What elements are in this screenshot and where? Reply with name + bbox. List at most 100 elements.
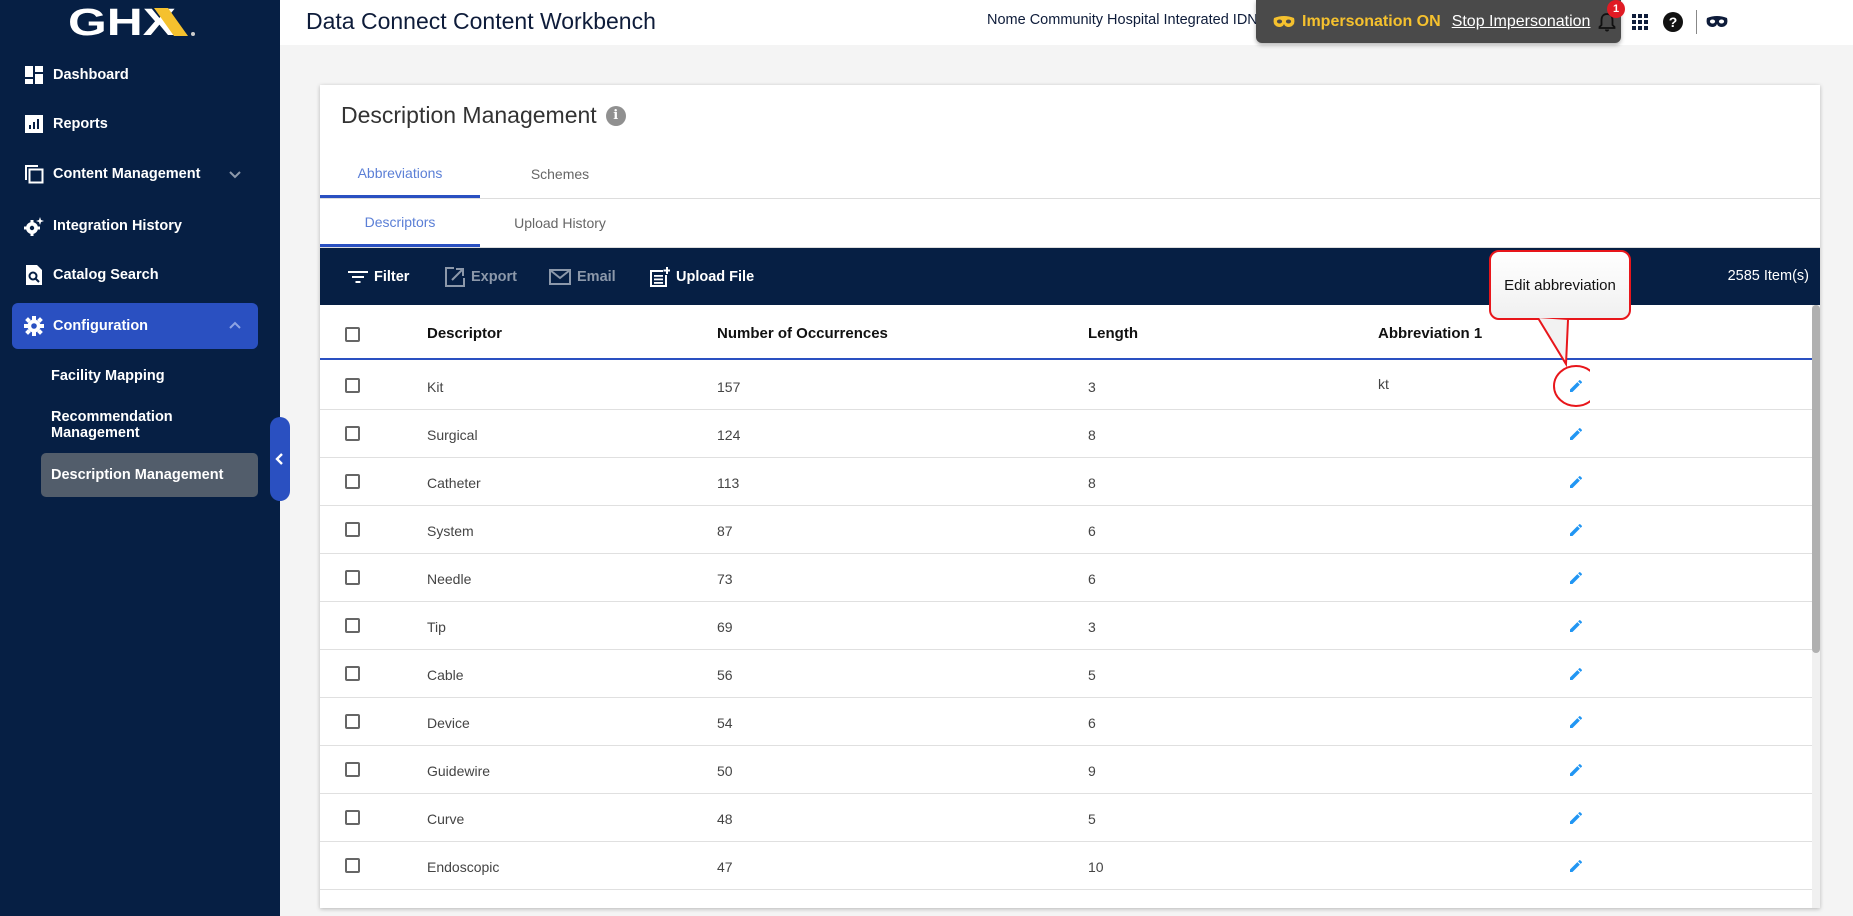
edit-abbreviation-button[interactable] [1565, 855, 1587, 877]
table-row[interactable]: Cable 56 5 [320, 650, 1812, 698]
pencil-icon [1570, 811, 1583, 824]
row-checkbox[interactable] [345, 378, 360, 393]
row-checkbox[interactable] [345, 666, 360, 681]
cell-descriptor: Tip [427, 619, 446, 635]
cell-length: 8 [1088, 475, 1096, 491]
edit-abbreviation-button[interactable] [1565, 471, 1587, 493]
sidebar-subitem-recommendation-management[interactable]: Recommendation Management [41, 403, 258, 447]
sidebar-item-content-management[interactable]: Content Management [12, 151, 258, 197]
cell-length: 8 [1088, 427, 1096, 443]
tab-schemes[interactable]: Schemes [480, 150, 640, 198]
cell-occurrences: 69 [717, 619, 733, 635]
pencil-icon [1570, 475, 1583, 488]
sidebar-subitem-label: Recommendation Management [51, 409, 173, 441]
cell-length: 6 [1088, 571, 1096, 587]
tab-descriptors[interactable]: Descriptors [320, 199, 480, 247]
table-row[interactable]: Surgical 124 8 [320, 410, 1812, 458]
cell-length: 3 [1088, 619, 1096, 635]
pencil-icon [1570, 763, 1583, 776]
tab-upload-history[interactable]: Upload History [480, 199, 640, 247]
page-title: Description Management [341, 102, 597, 128]
table-row[interactable]: System 87 6 [320, 506, 1812, 554]
edit-abbreviation-button[interactable] [1565, 375, 1587, 397]
pencil-icon [1570, 859, 1583, 872]
sidebar-item-catalog-search[interactable]: Catalog Search [12, 252, 258, 298]
notification-badge: 1 [1607, 0, 1625, 18]
row-checkbox[interactable] [345, 858, 360, 873]
sidebar-subitem-label: Description Management [51, 467, 224, 483]
row-checkbox[interactable] [345, 474, 360, 489]
row-checkbox[interactable] [345, 762, 360, 777]
column-header-descriptor[interactable]: Descriptor [427, 325, 502, 342]
cell-occurrences: 113 [717, 475, 740, 491]
edit-abbreviation-button[interactable] [1565, 711, 1587, 733]
tab-abbreviations[interactable]: Abbreviations [320, 150, 480, 198]
ghx-logo[interactable]: GHX [68, 4, 200, 40]
filter-button[interactable]: Filter [348, 265, 409, 289]
column-header-length[interactable]: Length [1088, 325, 1138, 342]
filter-label: Filter [374, 269, 410, 285]
cell-length: 6 [1088, 715, 1096, 731]
edit-abbreviation-button[interactable] [1565, 519, 1587, 541]
apps-button[interactable] [1628, 10, 1652, 34]
table-row[interactable]: Endoscopic 47 10 [320, 842, 1812, 890]
sidebar-item-dashboard[interactable]: Dashboard [12, 52, 258, 98]
edit-abbreviation-button[interactable] [1565, 423, 1587, 445]
cell-descriptor: Device [427, 715, 470, 731]
sidebar-item-integration-history[interactable]: Integration History [12, 203, 258, 249]
sidebar-subitem-facility-mapping[interactable]: Facility Mapping [41, 354, 258, 398]
pencil-icon [1570, 715, 1583, 728]
row-checkbox[interactable] [345, 522, 360, 537]
content-management-icon [23, 163, 45, 185]
upload-file-icon [650, 267, 670, 287]
cell-descriptor: Catheter [427, 475, 481, 491]
table-scrollbar[interactable] [1812, 305, 1820, 908]
cell-length: 9 [1088, 763, 1096, 779]
table-row[interactable]: Needle 73 6 [320, 554, 1812, 602]
table-row[interactable]: Device 54 6 [320, 698, 1812, 746]
row-checkbox[interactable] [345, 618, 360, 633]
info-icon[interactable]: i [605, 105, 626, 126]
export-button[interactable]: Export [445, 265, 517, 289]
chevron-down-icon[interactable] [226, 165, 244, 183]
organization-name: Nome Community Hospital Integrated IDN [987, 12, 1258, 28]
sidebar-item-reports[interactable]: Reports [12, 101, 258, 147]
edit-abbreviation-button[interactable] [1565, 807, 1587, 829]
page-title-container: Description Management i [341, 102, 626, 129]
row-checkbox[interactable] [345, 426, 360, 441]
table-row[interactable]: Kit 157 3 kt [320, 362, 1812, 410]
edit-abbreviation-button[interactable] [1565, 663, 1587, 685]
select-all-checkbox[interactable] [345, 327, 360, 342]
help-button[interactable]: ? [1661, 10, 1685, 34]
table-row[interactable]: Guidewire 50 9 [320, 746, 1812, 794]
cell-length: 5 [1088, 667, 1096, 683]
app-title: Data Connect Content Workbench [306, 8, 656, 34]
cell-occurrences: 47 [717, 859, 733, 875]
row-checkbox[interactable] [345, 810, 360, 825]
chevron-up-icon[interactable] [226, 317, 244, 335]
table-row[interactable]: Tip 69 3 [320, 602, 1812, 650]
scrollbar-thumb[interactable] [1812, 305, 1820, 653]
sidebar-subitem-description-management[interactable]: Description Management [41, 453, 258, 497]
email-label: Email [577, 269, 616, 285]
column-header-abbreviation-1[interactable]: Abbreviation 1 [1378, 325, 1482, 342]
column-header-occurrences[interactable]: Number of Occurrences [717, 325, 888, 342]
pencil-icon [1570, 571, 1583, 584]
edit-abbreviation-button[interactable] [1565, 759, 1587, 781]
email-button[interactable]: Email [549, 265, 616, 289]
pencil-icon [1570, 427, 1583, 440]
sidebar-subitem-label: Facility Mapping [51, 368, 165, 384]
edit-abbreviation-button[interactable] [1565, 615, 1587, 637]
sidebar-item-label: Reports [53, 116, 108, 132]
edit-abbreviation-button[interactable] [1565, 567, 1587, 589]
table-row[interactable]: Curve 48 5 [320, 794, 1812, 842]
cell-occurrences: 124 [717, 427, 741, 443]
row-checkbox[interactable] [345, 714, 360, 729]
collapse-sidebar-button[interactable] [270, 417, 290, 501]
upload-file-button[interactable]: Upload File [650, 265, 754, 289]
row-checkbox[interactable] [345, 570, 360, 585]
stop-impersonation-link[interactable]: Stop Impersonation [1452, 13, 1591, 31]
sidebar-item-configuration[interactable]: Configuration [12, 303, 258, 349]
impersonation-menu-button[interactable] [1702, 10, 1732, 34]
table-row[interactable]: Catheter 113 8 [320, 458, 1812, 506]
